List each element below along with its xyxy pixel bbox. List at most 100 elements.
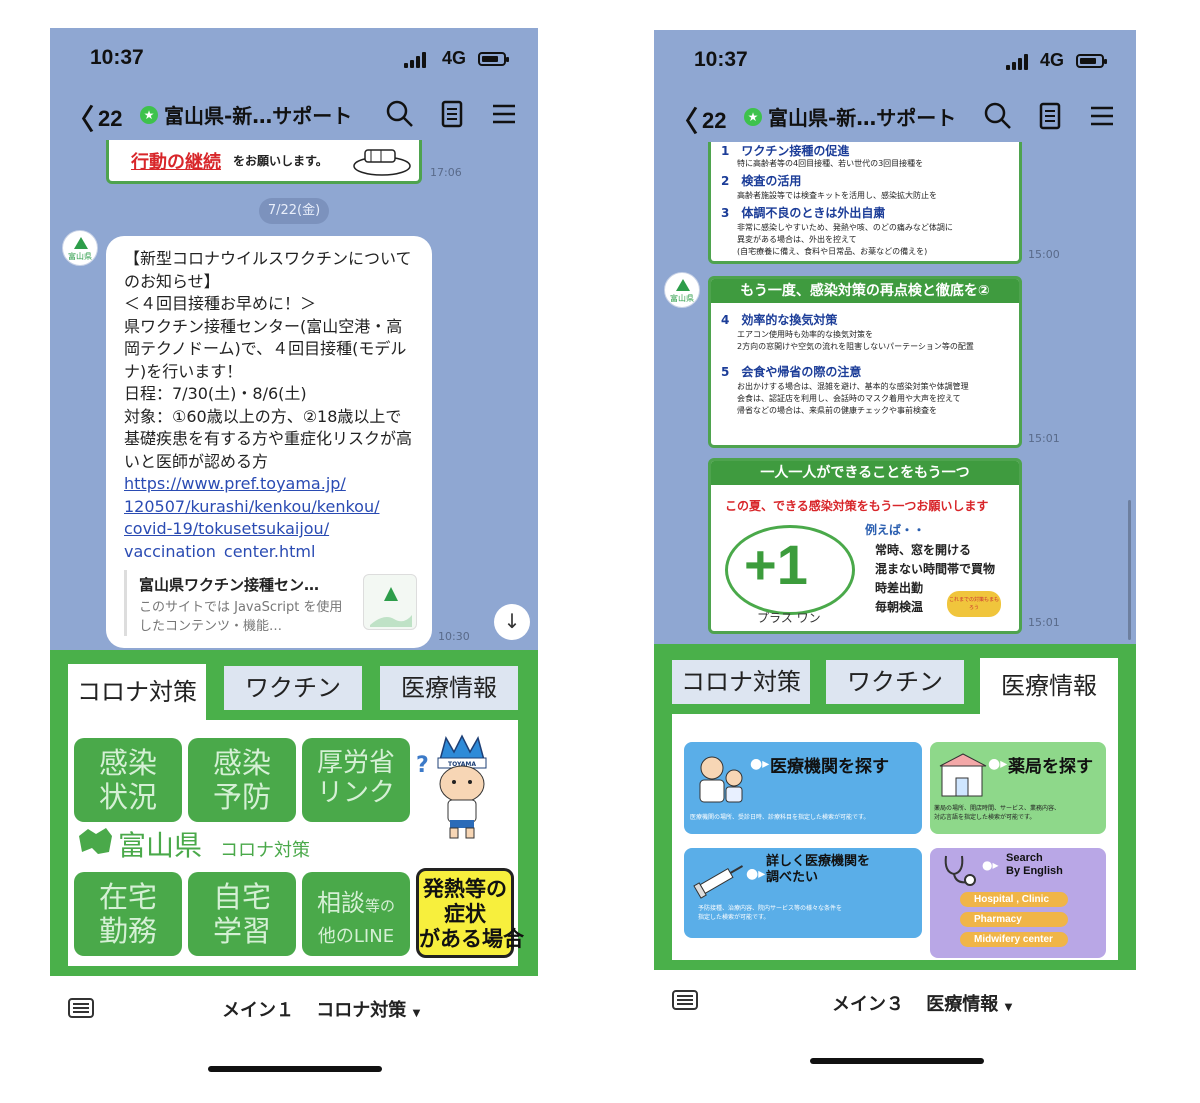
search-icon[interactable] <box>384 98 416 130</box>
official-star-icon: ★ <box>744 108 762 126</box>
measures-image-1[interactable]: 1 ワクチン接種の促進 特に高齢者等の4回目接種、若い世代の3回目接種を 2 検… <box>708 142 1022 264</box>
toyama-map-icon <box>79 828 112 854</box>
left-menu-switch[interactable]: メイン１ コロナ対策 ▼ <box>222 996 420 1022</box>
item-title: 体調不良のときは外出自粛 <box>741 206 886 220</box>
card-desc: 薬局の場所、開店時間、サービス、業務内容、 対応言語を指定した検索が可能です。 <box>934 805 1061 821</box>
menu-panel: 感染 状況 感染 予防 厚労省 リンク ? TOYAMA 富山県 コロナ対策 在… <box>68 720 524 966</box>
keep-measures-badge: これまでの対策もまもろう <box>947 591 1001 617</box>
syringe-icon <box>693 865 744 899</box>
top-banner-image[interactable]: 行動の継続 をお願いします。 <box>106 140 422 184</box>
card1-time: 15:00 <box>1028 248 1060 261</box>
other-line-consult-button[interactable]: 相談等の 他のLINE <box>302 872 410 956</box>
network-label: 4G <box>1039 50 1064 70</box>
right-phone: 10:37 4G 〈 22 ★ 富山県-新…サポート 1 ワクチン接種の促進 特に… <box>654 30 1136 1103</box>
search-by-english-button[interactable]: ●▸ Search By English Hospital , Clinic P… <box>930 848 1106 958</box>
telework-button[interactable]: 在宅 勤務 <box>74 872 182 956</box>
message-bubble: 【新型コロナウイルスワクチンについてのお知らせ】 ＜４回目接種お早めに！＞ 県ワ… <box>106 236 432 648</box>
card-title: 薬局を探す <box>1008 757 1093 777</box>
consult-line-label: 他のLINE <box>317 926 395 947</box>
back-button[interactable]: 〈 22 <box>66 98 123 138</box>
dropdown-caret-icon: ▼ <box>1004 1002 1013 1013</box>
examples-title: 例えば・・ <box>865 523 926 537</box>
message-link-line[interactable]: covid-19/tokusetsukaijou/ <box>124 519 329 538</box>
menu-name: メイン１ <box>222 1000 294 1021</box>
right-menu-switch[interactable]: メイン３ 医療情報 ▼ <box>832 990 1012 1016</box>
infection-status-button[interactable]: 感染 状況 <box>74 738 182 822</box>
tab-corona[interactable]: コロナ対策 <box>672 660 810 704</box>
tab-corona[interactable]: コロナ対策 <box>68 664 206 720</box>
right-chat-header: 〈 22 ★ 富山県-新…サポート <box>654 92 1136 142</box>
infection-prevention-button[interactable]: 感染 予防 <box>188 738 296 822</box>
home-indicator[interactable] <box>810 1058 984 1064</box>
menu-panel: ●▸ 医療機関を探す 医療機関の場所、受診日時、診療科目を指定した検索が可能です… <box>672 714 1118 960</box>
message-link[interactable]: https://www.pref.toyama.jp/ 120507/kuras… <box>124 474 379 558</box>
message-link-line[interactable]: 120507/kurashi/kenkou/kenkou/ <box>124 497 379 516</box>
item-4: 4 効率的な換気対策 <box>721 311 837 328</box>
item-1: 1 ワクチン接種の促進 <box>721 142 849 159</box>
item-num: 1 <box>721 144 730 158</box>
item-2: 2 検査の活用 <box>721 172 801 189</box>
measures-image-2[interactable]: もう一度、感染対策の再点検と徹底を② 4 効率的な換気対策 エアコン使用時も効率… <box>708 276 1022 448</box>
find-medical-institution-button[interactable]: ●▸ 医療機関を探す 医療機関の場所、受診日時、診療科目を指定した検索が可能です… <box>684 742 922 834</box>
item-num: 4 <box>721 313 730 327</box>
plus-one-text: +1 <box>744 533 808 596</box>
battery-icon <box>1076 54 1107 68</box>
banner-black-text: をお願いします。 <box>233 154 328 168</box>
right-chat-area[interactable]: 10:37 4G 〈 22 ★ 富山県-新…サポート 1 ワクチン接種の促進 特に… <box>654 30 1136 644</box>
svg-text:?: ? <box>416 753 429 778</box>
find-pharmacy-button[interactable]: ●▸ 薬局を探す 薬局の場所、開店時間、サービス、業務内容、 対応言語を指定した… <box>930 742 1106 834</box>
fever-symptoms-button[interactable]: 発熱等の 症状 がある場合 <box>416 868 524 958</box>
status-time: 10:37 <box>90 46 144 69</box>
mascot-illustration: ? TOYAMA <box>416 734 487 839</box>
left-phone: 10:37 4G 〈 22 ★ 富山県-新…サポート 行動の継続 をお願いします。… <box>50 28 538 1103</box>
notes-icon[interactable] <box>1034 100 1066 132</box>
hospital-clinic-option[interactable]: Hospital , Clinic <box>960 892 1068 907</box>
left-rich-menu: コロナ対策 ワクチン 医療情報 感染 状況 感染 予防 厚労省 リンク ? TO… <box>50 650 538 976</box>
keyboard-icon[interactable] <box>68 998 94 1018</box>
item-title: 会食や帰省の際の注意 <box>741 365 862 379</box>
example-item: 混まない時間帯で買物 <box>875 562 996 576</box>
chat-scrollbar[interactable] <box>1128 500 1131 640</box>
midwifery-center-option[interactable]: Midwifery center <box>960 932 1068 947</box>
example-item: 毎朝検温 <box>875 600 924 614</box>
plus-one-circle: +1 <box>725 525 855 615</box>
scroll-down-button[interactable]: ↓ <box>494 604 530 640</box>
left-chat-area[interactable]: 10:37 4G 〈 22 ★ 富山県-新…サポート 行動の継続 をお願いします。… <box>50 28 538 650</box>
item-num: 2 <box>721 174 730 188</box>
detailed-search-button[interactable]: ●▸ 詳しく医療機関を 調べたい 予防接種、治療内容、院内サービス等の様々な条件… <box>684 848 922 938</box>
tab-vaccine[interactable]: ワクチン <box>224 666 362 710</box>
card-title: 医療機関を探す <box>770 757 889 777</box>
item-title: 検査の活用 <box>741 174 802 188</box>
message-link-line[interactable]: vaccination_center.html <box>124 542 315 559</box>
mhlw-link-button[interactable]: 厚労省 リンク <box>302 738 410 822</box>
back-button[interactable]: 〈 22 <box>670 100 727 140</box>
menu-icon[interactable] <box>488 98 520 130</box>
chat-title[interactable]: 富山県-新…サポート <box>768 102 956 131</box>
tab-medical[interactable]: 医療情報 <box>980 658 1118 714</box>
item-title: ワクチン接種の促進 <box>741 144 850 158</box>
pharmacy-option[interactable]: Pharmacy <box>960 912 1068 927</box>
tab-medical[interactable]: 医療情報 <box>380 666 518 710</box>
back-count: 22 <box>98 106 123 131</box>
right-rich-menu: コロナ対策 ワクチン 医療情報 ●▸ 医療機関を探す 医療機関の場所、受診日時、… <box>654 644 1136 970</box>
plus-one-image[interactable]: 一人一人ができることをもう一つ この夏、できる感染対策をもう一つお願いします +… <box>708 458 1022 634</box>
keyboard-icon[interactable] <box>672 990 698 1010</box>
card-title: 詳しく医療機関を 調べたい <box>766 854 871 885</box>
chat-title[interactable]: 富山県-新…サポート <box>164 100 352 129</box>
notes-icon[interactable] <box>436 98 468 130</box>
card-desc: 予防接種、治療内容、院内サービス等の様々な条件を 指定した検索が可能です。 <box>698 905 843 921</box>
sender-avatar[interactable]: 富山県 <box>664 272 700 308</box>
sender-avatar[interactable]: 富山県 <box>62 230 98 266</box>
menu-icon[interactable] <box>1086 100 1118 132</box>
search-icon[interactable] <box>982 100 1014 132</box>
item-desc: 特に高齢者等の4回目接種、若い世代の3回目接種を <box>737 159 924 168</box>
message-link-line[interactable]: https://www.pref.toyama.jp/ <box>124 474 346 493</box>
home-indicator[interactable] <box>208 1066 382 1072</box>
card-title: Search By English <box>1006 852 1063 877</box>
tab-vaccine[interactable]: ワクチン <box>826 660 964 704</box>
plus-one-label: プラス ワン <box>757 611 821 625</box>
vehicle-illustration-icon <box>353 149 411 176</box>
brand-sub-label: コロナ対策 <box>220 840 310 861</box>
home-study-button[interactable]: 自宅 学習 <box>188 872 296 956</box>
link-preview[interactable]: 富山県ワクチン接種セン… このサイトでは JavaScript を使用したコンテ… <box>124 570 417 636</box>
